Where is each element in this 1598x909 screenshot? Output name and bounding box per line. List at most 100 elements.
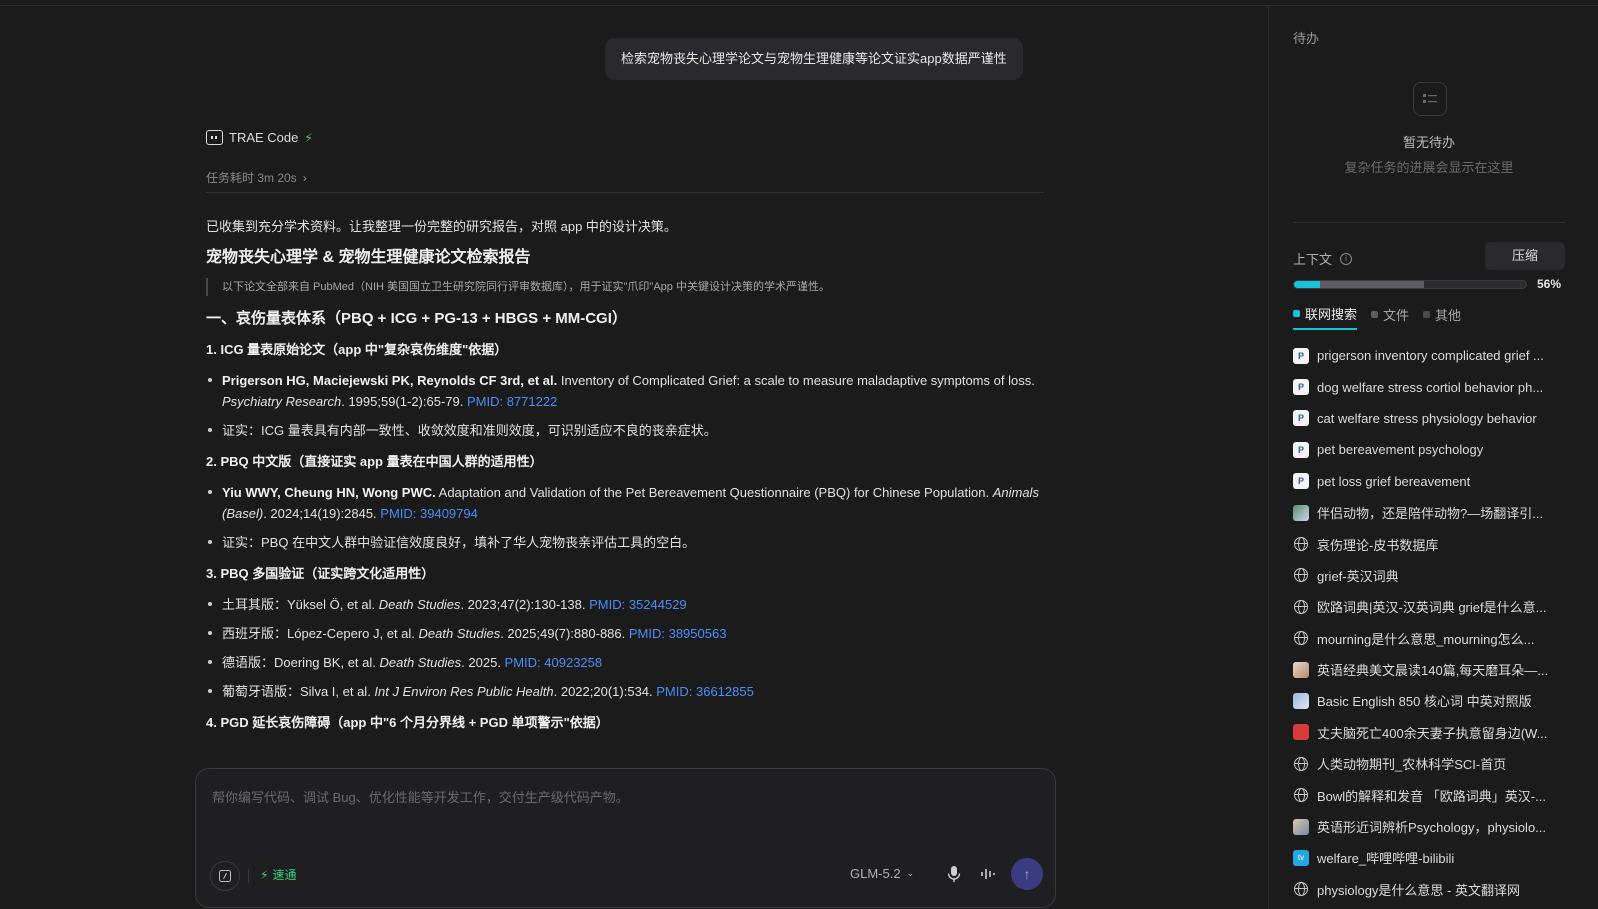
pubmed-icon: P (1293, 347, 1309, 364)
subheading-pbq-chinese: 2. PBQ 中文版（直接证实 app 量表在中国人群的适用性） (206, 454, 543, 469)
source-item[interactable]: mourning是什么意思_mourning怎么... (1293, 623, 1573, 654)
source-item[interactable]: physiology是什么意思 - 英文翻译网 (1293, 874, 1573, 905)
chat-area: 检索宠物丧失心理学论文与宠物生理健康等论文证实app数据严谨性 TRAE Cod… (0, 6, 1268, 909)
pmid-link[interactable]: PMID: 35244529 (589, 597, 687, 612)
pubmed-icon: P (1293, 410, 1309, 427)
todo-title: 待办 (1293, 31, 1320, 46)
source-title: 欧路词典|英汉-汉英词典 grief是什么意... (1317, 600, 1547, 616)
tab-other[interactable]: 其他 (1423, 304, 1461, 330)
subheading-pbq-multinational: 3. PBQ 多国验证（证实跨文化适用性） (206, 566, 435, 581)
pmid-link[interactable]: PMID: 8771222 (467, 394, 557, 409)
reference-list: Yiu WWY, Cheung HN, Wong PWC. Adaptation… (206, 482, 1046, 553)
source-item[interactable]: 欧路词典|英汉-汉英词典 grief是什么意... (1293, 591, 1573, 622)
list-item: Yiu WWY, Cheung HN, Wong PWC. Adaptation… (206, 482, 1046, 524)
reference-list: 土耳其版：Yüksel Ö, et al. Death Studies. 202… (206, 594, 1046, 702)
site-thumbnail-icon (1293, 818, 1309, 835)
compress-button[interactable]: 压缩 (1485, 242, 1565, 270)
source-title: 人类动物期刊_农林科学SCI-首页 (1317, 757, 1507, 773)
list-item: 证实：PBQ 在中文人群中验证信效度良好，填补了华人宠物丧亲评估工具的空白。 (206, 532, 1046, 553)
chat-input[interactable]: 帮你编写代码、调试 Bug、优化性能等开发工作，交付生产级代码产物。 (212, 787, 629, 806)
source-item[interactable]: grief-英汉词典 (1293, 560, 1573, 591)
tab-web-search[interactable]: 联网搜索 (1293, 304, 1358, 330)
list-item: 葡萄牙语版：Silva I, et al. Int J Environ Res … (206, 681, 1046, 702)
context-usage-bar (1293, 280, 1527, 289)
pmid-link[interactable]: PMID: 39409794 (380, 506, 478, 521)
send-button[interactable]: ↑ (1011, 858, 1043, 890)
source-item[interactable]: tv welfare_哔哩哔哩-bilibili (1293, 842, 1573, 873)
source-item[interactable]: Pprigerson inventory complicated grief .… (1293, 340, 1573, 371)
trae-logo-icon (206, 130, 223, 145)
source-title: prigerson inventory complicated grief ..… (1317, 348, 1544, 364)
microphone-icon[interactable] (946, 865, 962, 883)
list-item: 土耳其版：Yüksel Ö, et al. Death Studies. 202… (206, 594, 1046, 615)
list-item: 证实：ICG 量表具有内部一致性、收敛效度和准则效度，可识别适应不良的丧亲症状。 (206, 420, 1046, 441)
source-title: pet bereavement psychology (1317, 442, 1484, 458)
source-title: physiology是什么意思 - 英文翻译网 (1317, 882, 1520, 898)
chevron-down-icon: ⌄ (906, 868, 915, 878)
site-thumbnail-icon (1293, 724, 1309, 741)
todo-hint-text: 复杂任务的进展会显示在这里 (1344, 160, 1514, 175)
bilibili-icon: tv (1293, 849, 1309, 866)
source-item[interactable]: Ppet bereavement psychology (1293, 434, 1573, 465)
source-title: Bowl的解释和发音 「欧路词典」英汉-... (1317, 788, 1546, 804)
subheading-pgd: 4. PGD 延长哀伤障碍（app 中"6 个月分界线 + PGD 单项警示"依… (206, 715, 609, 730)
source-item[interactable]: 英语形近词辨析Psychology，physiolo... (1293, 811, 1573, 842)
source-title: dog welfare stress cortiol behavior ph..… (1317, 379, 1544, 395)
agent-name: TRAE Code (229, 130, 299, 145)
globe-icon (1294, 631, 1308, 646)
list-item: 西班牙版：López-Cepero J, et al. Death Studie… (206, 623, 1046, 644)
divider (206, 192, 1044, 193)
speed-mode-toggle[interactable]: ⚡ 速通 (260, 866, 296, 883)
source-item[interactable]: Basic English 850 核心词 中英对照版 (1293, 685, 1573, 716)
list-item: 德语版：Doering BK, et al. Death Studies. 20… (206, 652, 1046, 673)
slash-icon (219, 870, 231, 882)
source-item[interactable]: 哀伤理论-皮书数据库 (1293, 528, 1573, 559)
chevron-right-icon: › (302, 170, 307, 185)
pmid-link[interactable]: PMID: 38950563 (629, 626, 727, 641)
section-heading-1: 一、哀伤量表体系（PBQ + ICG + PG-13 + HBGS + MM-C… (206, 310, 627, 327)
usage-search-segment (1294, 281, 1320, 288)
globe-icon (1294, 537, 1308, 552)
source-item[interactable]: Pdog welfare stress cortiol behavior ph.… (1293, 371, 1573, 402)
source-item[interactable]: 英语经典美文晨读140篇,每天磨耳朵—... (1293, 654, 1573, 685)
globe-icon (1294, 788, 1308, 803)
source-item[interactable]: Bowl的解释和发音 「欧路词典」英汉-... (1293, 779, 1573, 810)
divider (1293, 222, 1565, 223)
source-note-quote: 以下论文全部来自 PubMed（NIH 美国国立卫生研究院同行评审数据库），用于… (206, 278, 1046, 296)
source-title: 英语经典美文晨读140篇,每天磨耳朵—... (1317, 663, 1549, 679)
pmid-link[interactable]: PMID: 40923258 (505, 655, 603, 670)
agent-response: 已收集到充分学术资料。让我整理一份完整的研究报告，对照 app 中的设计决策。 … (206, 212, 1046, 733)
source-item[interactable]: Pcat welfare stress physiology behavior (1293, 403, 1573, 434)
source-item[interactable]: 人类动物期刊_农林科学SCI-首页 (1293, 748, 1573, 779)
globe-icon (1294, 756, 1308, 771)
slash-command-button[interactable] (210, 861, 240, 891)
source-list: Pprigerson inventory complicated grief .… (1293, 340, 1573, 905)
context-label: 上下文 (1293, 252, 1333, 267)
source-title: welfare_哔哩哔哩-bilibili (1317, 851, 1455, 867)
user-message-bubble: 检索宠物丧失心理学论文与宠物生理健康等论文证实app数据严谨性 (605, 38, 1023, 80)
voice-wave-icon[interactable] (980, 865, 996, 883)
source-item[interactable]: Ppet loss grief bereavement (1293, 466, 1573, 497)
source-item[interactable]: 丈夫脑死亡400余天妻子执意留身边(W... (1293, 717, 1573, 748)
source-title: cat welfare stress physiology behavior (1317, 410, 1537, 426)
source-title: 哀伤理论-皮书数据库 (1317, 537, 1439, 553)
tab-files[interactable]: 文件 (1371, 304, 1409, 330)
speed-label: 速通 (272, 868, 297, 882)
source-title: grief-英汉词典 (1317, 568, 1399, 584)
intro-paragraph: 已收集到充分学术资料。让我整理一份完整的研究报告，对照 app 中的设计决策。 (206, 219, 677, 234)
source-title: Basic English 850 核心词 中英对照版 (1317, 694, 1532, 710)
site-thumbnail-icon (1293, 504, 1309, 521)
globe-icon (1294, 882, 1308, 897)
search-color-dot (1293, 310, 1300, 317)
files-color-dot (1371, 311, 1379, 318)
subheading-icg: 1. ICG 量表原始论文（app 中"复杂哀伤维度"依据） (206, 342, 508, 357)
task-elapsed-toggle[interactable]: 任务耗时 3m 20s › (206, 169, 307, 186)
pmid-link[interactable]: PMID: 36612855 (656, 684, 754, 699)
arrow-up-icon: ↑ (1023, 866, 1031, 882)
context-tabs: 联网搜索 文件 其他 (1293, 304, 1461, 330)
model-selector[interactable]: GLM-5.2 ⌄ (850, 866, 914, 881)
lightning-icon: ⚡ (304, 130, 313, 145)
source-item[interactable]: 伴侣动物，还是陪伴动物?—场翻译引... (1293, 497, 1573, 528)
chat-input-box[interactable]: 帮你编写代码、调试 Bug、优化性能等开发工作，交付生产级代码产物。 ⚡ 速通 … (195, 768, 1056, 908)
info-icon[interactable]: i (1340, 252, 1353, 265)
